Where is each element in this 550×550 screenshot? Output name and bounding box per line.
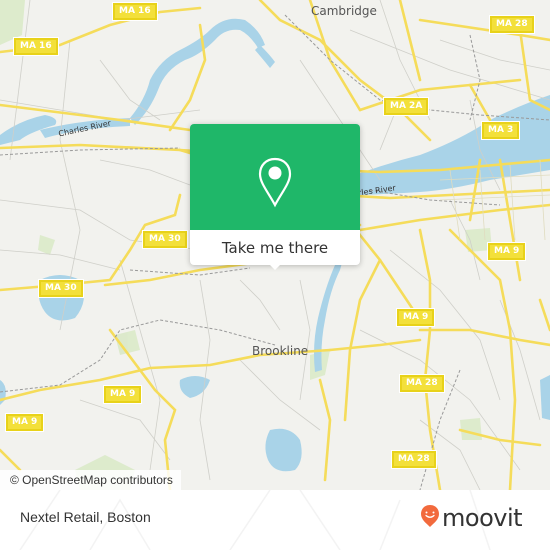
map-view[interactable]: Cambridge Brookline Charles River rles R… <box>0 0 550 490</box>
moovit-pin-icon <box>420 504 440 532</box>
moovit-wordmark: moovit <box>442 504 523 532</box>
route-shield: MA 9 <box>395 308 436 327</box>
moovit-logo[interactable]: moovit <box>420 504 523 532</box>
route-shield: MA 30 <box>142 230 188 249</box>
location-popup[interactable]: Take me there <box>190 124 360 270</box>
route-shield: MA 9 <box>486 242 527 261</box>
take-me-there-button[interactable]: Take me there <box>190 230 360 265</box>
route-shield: MA 30 <box>38 279 84 298</box>
route-shield: MA 2A <box>382 97 430 116</box>
route-shield: MA 9 <box>102 385 143 404</box>
osm-attribution[interactable]: © OpenStreetMap contributors <box>0 470 181 490</box>
place-title: Nextel Retail, Boston <box>20 509 151 525</box>
route-shield: MA 16 <box>13 37 59 56</box>
popup-header[interactable] <box>190 124 360 230</box>
popup-pointer <box>268 263 282 270</box>
route-shield: MA 28 <box>391 450 437 469</box>
route-shield: MA 28 <box>489 15 535 34</box>
route-shield: MA 9 <box>4 413 45 432</box>
route-shield: MA 28 <box>399 374 445 393</box>
route-shield: MA 3 <box>480 121 521 140</box>
route-shield: MA 16 <box>112 2 158 21</box>
map-card: Cambridge Brookline Charles River rles R… <box>0 0 550 550</box>
place-label-brookline: Brookline <box>252 344 309 358</box>
place-label-cambridge: Cambridge <box>311 4 377 18</box>
